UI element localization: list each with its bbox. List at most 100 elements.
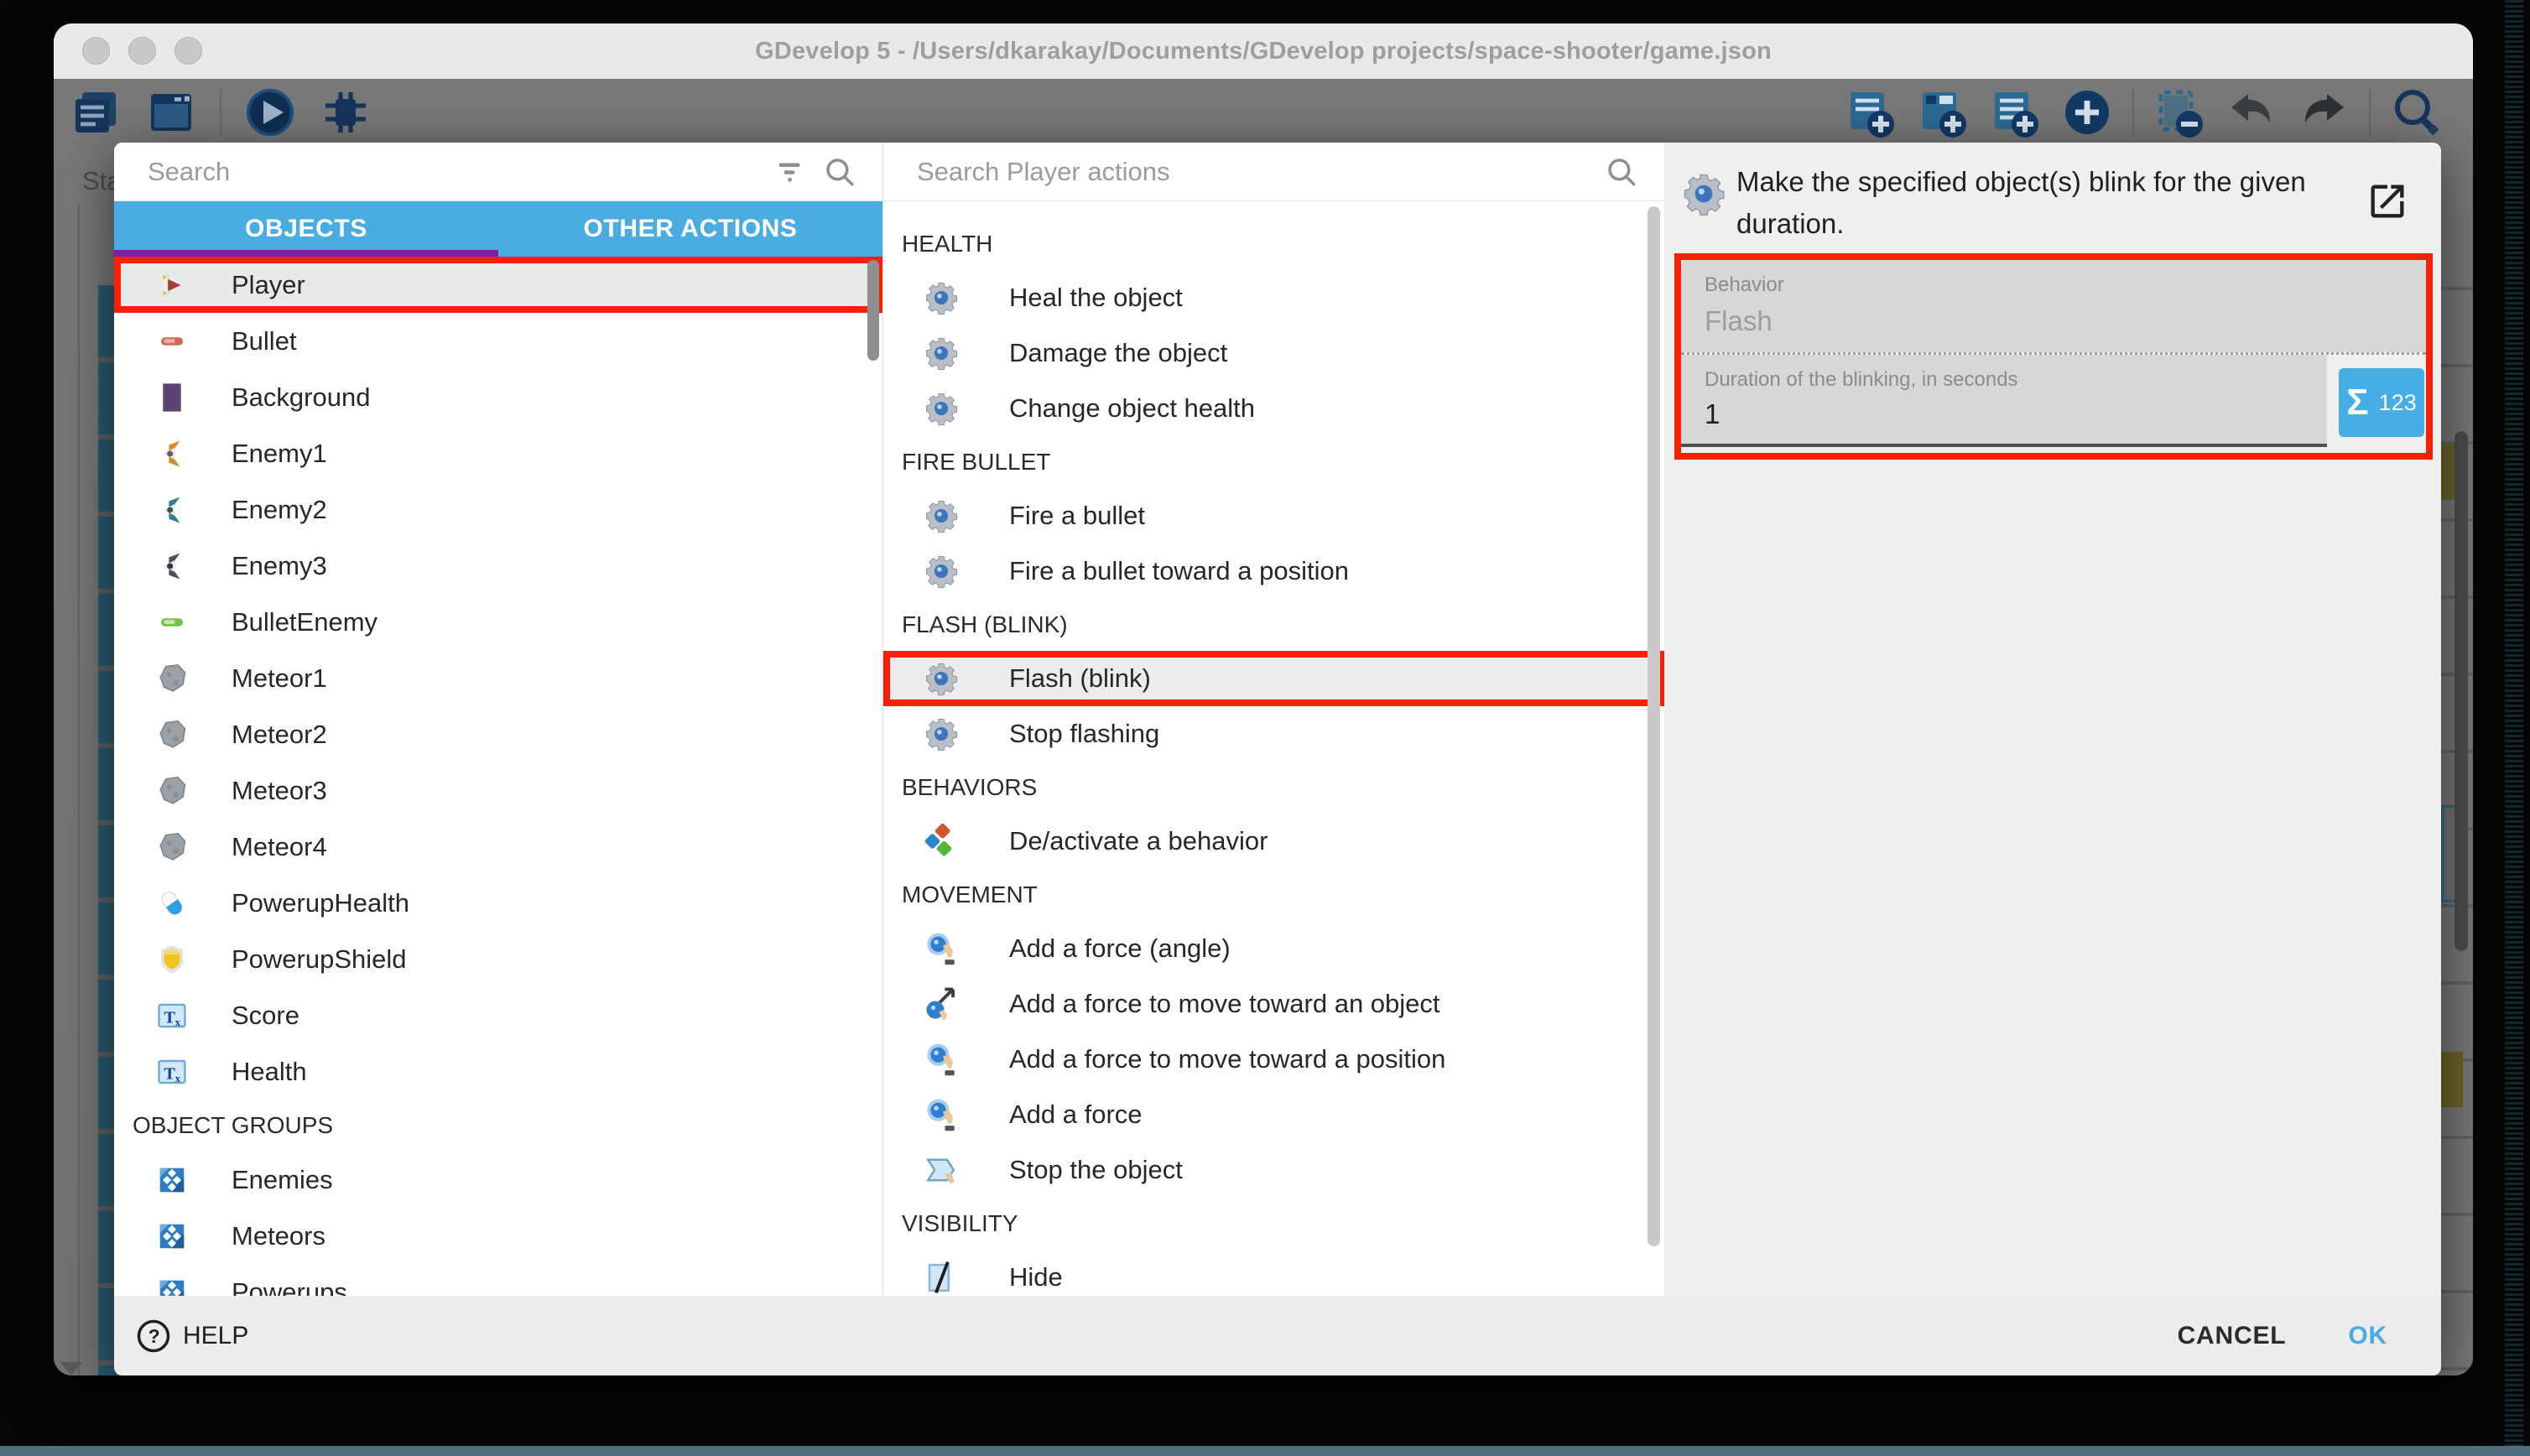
object-row-meteor4[interactable]: Meteor4 xyxy=(114,819,882,875)
powerup-shield-icon xyxy=(156,944,188,975)
action-row-flash-blink[interactable]: Flash (blink) xyxy=(883,651,1665,706)
action-row-add-a-force-to-move-toward-an-object[interactable]: Add a force to move toward an object xyxy=(883,976,1665,1032)
object-row-player[interactable]: Player xyxy=(114,257,882,313)
action-row-heal-the-object[interactable]: Heal the object xyxy=(883,270,1665,325)
action-row-damage-the-object[interactable]: Damage the object xyxy=(883,325,1665,381)
play-icon[interactable] xyxy=(243,86,297,139)
object-label: Meteor1 xyxy=(232,663,327,694)
object-row-enemy3[interactable]: Enemy3 xyxy=(114,538,882,594)
project-manager-icon[interactable] xyxy=(69,86,122,139)
object-row-poweruphealth[interactable]: PowerupHealth xyxy=(114,875,882,931)
bullet-icon xyxy=(156,325,188,357)
action-row-stop-flashing[interactable]: Stop flashing xyxy=(883,706,1665,762)
behavior-icon xyxy=(924,824,959,859)
action-row-fire-a-bullet[interactable]: Fire a bullet xyxy=(883,488,1665,543)
action-section-behaviors: BEHAVIORS xyxy=(883,762,1665,814)
action-label: Fire a bullet xyxy=(1009,501,1145,531)
actions-scrollbar[interactable] xyxy=(1648,206,1660,1246)
debugger-icon[interactable] xyxy=(319,86,372,139)
object-label: Meteor3 xyxy=(232,776,327,806)
action-description: Make the specified object(s) blink for t… xyxy=(1736,161,2374,245)
action-row-fire-a-bullet-toward-a-position[interactable]: Fire a bullet toward a position xyxy=(883,543,1665,599)
minimize-window-button[interactable] xyxy=(128,37,156,65)
tab-objects[interactable]: OBJECTS xyxy=(114,201,498,257)
event-highlight-block xyxy=(2441,1052,2463,1107)
zoom-window-button[interactable] xyxy=(174,37,202,65)
objects-searchbar xyxy=(114,143,882,201)
gear-icon xyxy=(924,391,959,426)
object-row-meteor1[interactable]: Meteor1 xyxy=(114,650,882,706)
text-icon: Tx xyxy=(156,1056,188,1088)
object-label: Enemies xyxy=(232,1165,333,1195)
scene-editor-icon[interactable] xyxy=(144,86,198,139)
object-row-health[interactable]: TxHealth xyxy=(114,1043,882,1100)
help-button[interactable]: ? HELP xyxy=(136,1318,248,1354)
object-row-enemy2[interactable]: Enemy2 xyxy=(114,481,882,538)
svg-text:T: T xyxy=(164,1064,176,1083)
redo-icon[interactable] xyxy=(2297,86,2350,139)
object-row-enemy1[interactable]: Enemy1 xyxy=(114,425,882,481)
object-row-meteor3[interactable]: Meteor3 xyxy=(114,762,882,819)
force-icon xyxy=(924,1097,959,1132)
objects-panel: OBJECTS OTHER ACTIONS PlayerBulletBackgr… xyxy=(114,143,882,1296)
action-row-de-activate-a-behavior[interactable]: De/activate a behavior xyxy=(883,814,1665,869)
action-row-add-a-force-angle[interactable]: Add a force (angle) xyxy=(883,921,1665,976)
objects-scrollbar[interactable] xyxy=(867,260,879,361)
actions-search-input[interactable] xyxy=(917,157,1604,187)
action-list: HEALTH Heal the object Damage the objectCh… xyxy=(883,201,1665,1296)
group-icon xyxy=(156,1220,188,1252)
gear-icon xyxy=(924,661,959,696)
close-window-button[interactable] xyxy=(82,37,110,65)
add-event-icon[interactable] xyxy=(1844,86,1898,139)
action-label: Add a force (angle) xyxy=(1009,933,1231,964)
add-subevent-icon[interactable] xyxy=(1916,86,1970,139)
objects-search-input[interactable] xyxy=(148,157,772,187)
object-row-enemies[interactable]: Enemies xyxy=(114,1152,882,1208)
open-in-new-icon[interactable] xyxy=(2366,179,2409,223)
action-row-stop-the-object[interactable]: Stop the object xyxy=(883,1142,1665,1198)
stop-icon xyxy=(924,1152,959,1188)
window-title: GDevelop 5 - /Users/dkarakay/Documents/G… xyxy=(755,38,1772,65)
search-events-icon[interactable] xyxy=(2389,86,2443,139)
action-section-health: HEALTH xyxy=(883,218,1665,270)
object-label: Powerups xyxy=(232,1277,347,1297)
add-comment-icon[interactable] xyxy=(1988,86,2042,139)
object-row-bullet[interactable]: Bullet xyxy=(114,313,882,369)
gear-icon xyxy=(924,716,959,751)
object-row-meteors[interactable]: Meteors xyxy=(114,1208,882,1264)
action-row-change-object-health[interactable]: Change object health xyxy=(883,381,1665,436)
object-row-bulletenemy[interactable]: BulletEnemy xyxy=(114,594,882,650)
bullet-enemy-icon xyxy=(156,606,188,638)
expression-editor-button[interactable]: Σ 123 xyxy=(2339,368,2424,437)
object-row-score[interactable]: TxScore xyxy=(114,987,882,1043)
tab-other-actions[interactable]: OTHER ACTIONS xyxy=(498,201,882,257)
player-icon xyxy=(156,269,188,301)
action-row-hide[interactable]: Hide xyxy=(883,1250,1665,1296)
text-icon: Tx xyxy=(156,1000,188,1032)
undo-icon[interactable] xyxy=(2225,86,2278,139)
duration-input[interactable] xyxy=(1705,398,2221,430)
help-label: HELP xyxy=(183,1322,248,1350)
force-icon xyxy=(924,931,959,966)
action-row-add-a-force-to-move-toward-a-position[interactable]: Add a force to move toward a position xyxy=(883,1032,1665,1087)
window-content: Sta The X position of Enemies ≤ CameraX(… xyxy=(54,79,2473,1375)
object-row-meteor2[interactable]: Meteor2 xyxy=(114,706,882,762)
action-label: Heal the object xyxy=(1009,283,1183,313)
cancel-button[interactable]: CANCEL xyxy=(2178,1322,2287,1350)
gear-icon xyxy=(924,335,959,371)
event-sheet-scrollbar[interactable] xyxy=(2455,431,2468,951)
filter-icon[interactable] xyxy=(772,154,807,190)
object-row-background[interactable]: Background xyxy=(114,369,882,425)
delete-event-icon[interactable] xyxy=(2153,86,2206,139)
action-section-visibility: VISIBILITY xyxy=(883,1198,1665,1250)
object-row-powerupshield[interactable]: PowerupShield xyxy=(114,931,882,987)
add-choose-event-icon[interactable] xyxy=(2060,86,2114,139)
desktop-bottom-strip xyxy=(0,1446,2530,1456)
event-collapse-triangle xyxy=(60,1362,82,1375)
action-row-add-a-force[interactable]: Add a force xyxy=(883,1087,1665,1142)
object-row-powerups[interactable]: Powerups xyxy=(114,1264,882,1296)
traffic-lights[interactable] xyxy=(82,37,202,65)
search-icon xyxy=(822,154,857,190)
meteor-icon xyxy=(156,719,188,751)
ok-button[interactable]: OK xyxy=(2348,1322,2387,1350)
